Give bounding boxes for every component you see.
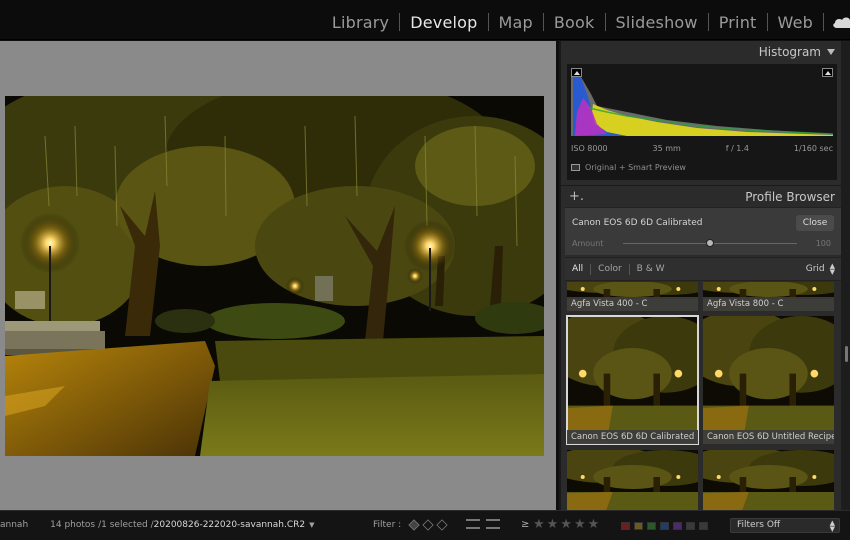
histogram-graph (567, 64, 837, 142)
dropdown-arrow-icon[interactable]: ▼ (309, 521, 314, 529)
updown-arrow-icon: ▲ ▼ (829, 262, 835, 276)
color-label-swatch[interactable] (621, 522, 630, 530)
iso-value: ISO 8000 (571, 144, 608, 153)
photo-canvas[interactable] (0, 41, 556, 510)
histogram-title: Histogram (758, 45, 821, 59)
filter-preset-label: Filters Off (737, 520, 781, 530)
color-label-swatch[interactable] (699, 522, 708, 530)
profile-browser-header: +. Profile Browser (561, 185, 843, 207)
histogram[interactable]: ISO 8000 35 mm f / 1.4 1/160 sec Origina… (567, 64, 837, 180)
filter-label: Filter : (373, 520, 402, 530)
filmstrip-source[interactable]: annah 14 photos /1 selected / 20200826-2… (0, 520, 315, 530)
view-mode-label: Grid (805, 264, 825, 274)
main-photo (5, 96, 544, 456)
aperture-value: f / 1.4 (725, 144, 750, 153)
sort-filters (466, 519, 506, 529)
profile-thumbnail (567, 450, 698, 510)
updown-arrow-icon: ▲ ▼ (829, 519, 835, 533)
module-print[interactable]: Print (709, 13, 767, 32)
sort-icon[interactable] (466, 519, 480, 529)
selection-count: /1 selected / (98, 520, 154, 530)
profile-grid: Agfa Vista 400 - C Agfa Vista 800 - C Ca… (565, 282, 841, 510)
profile-thumbnail (703, 450, 834, 510)
profile-tile-label: Canon EOS 6D Untitled Recipe (703, 430, 834, 444)
close-button[interactable]: Close (796, 215, 834, 231)
profile-tile-label: Canon EOS 6D 6D Calibrated (567, 430, 698, 444)
profile-browser-title: Profile Browser (745, 189, 835, 204)
profile-tile[interactable] (703, 450, 834, 510)
module-book[interactable]: Book (544, 13, 605, 32)
highlight-clipping-toggle[interactable] (822, 68, 833, 77)
shutter-speed: 1/160 sec (793, 144, 833, 153)
rating-stars[interactable]: ★★★★★ (533, 517, 601, 532)
profile-filter-bar: All Color B & W Grid ▲ ▼ (565, 257, 841, 281)
module-picker: Library Develop Map Book Slideshow Print… (0, 0, 850, 40)
color-label-swatch[interactable] (673, 522, 682, 530)
cloud-icon[interactable] (832, 15, 850, 29)
filmstrip-bar: annah 14 photos /1 selected / 20200826-2… (0, 510, 850, 540)
profile-thumbnail (567, 316, 698, 444)
profile-tile-label: Agfa Vista 800 - C (703, 297, 834, 311)
color-label-swatch[interactable] (647, 522, 656, 530)
current-profile-box: Canon EOS 6D 6D Calibrated Close Amount … (565, 207, 841, 255)
color-label-filters (621, 522, 712, 530)
filter-preset-dropdown[interactable]: Filters Off ▲ ▼ (730, 518, 840, 533)
module-map[interactable]: Map (489, 13, 543, 32)
profile-tile[interactable]: Agfa Vista 400 - C (567, 282, 698, 311)
module-separator (823, 13, 824, 31)
virtual-copy-icon[interactable] (486, 519, 500, 529)
filter-color[interactable]: Color (591, 264, 629, 274)
amount-label: Amount (572, 239, 604, 248)
panel-scrollbar[interactable] (841, 41, 850, 510)
rating-operator[interactable]: ≥ (521, 519, 529, 530)
current-profile-name: Canon EOS 6D 6D Calibrated (572, 218, 703, 228)
profile-tile-selected[interactable]: Canon EOS 6D 6D Calibrated (566, 315, 699, 445)
preview-status[interactable]: Original + Smart Preview (571, 163, 686, 172)
module-develop[interactable]: Develop (400, 13, 487, 32)
scrollbar-thumb[interactable] (845, 346, 848, 362)
flag-picked-icon[interactable] (408, 519, 420, 531)
profile-tile[interactable]: Agfa Vista 800 - C (703, 282, 834, 311)
shadow-clipping-toggle[interactable] (571, 68, 582, 77)
profile-thumbnail (703, 316, 834, 444)
add-profile-button[interactable]: +. (569, 189, 584, 204)
flag-unflagged-icon[interactable] (422, 519, 434, 531)
flag-rejected-icon[interactable] (436, 519, 448, 531)
module-list: Library Develop Map Book Slideshow Print… (322, 8, 850, 36)
view-mode-dropdown[interactable]: Grid ▲ ▼ (805, 262, 841, 276)
profile-tile[interactable] (567, 450, 698, 510)
collapse-arrow-icon[interactable] (827, 49, 835, 55)
file-name: 20200826-222020-savannah.CR2 (153, 520, 306, 530)
color-label-swatch[interactable] (660, 522, 669, 530)
right-panel: Histogram ISO 8000 35 mm f / 1.4 1/160 s… (559, 41, 850, 510)
smart-preview-icon (571, 164, 580, 171)
profile-tile[interactable]: Canon EOS 6D Untitled Recipe (703, 316, 834, 444)
focal-length: 35 mm (652, 144, 681, 153)
amount-value: 100 (815, 239, 831, 248)
module-web[interactable]: Web (768, 13, 823, 32)
filter-bw[interactable]: B & W (630, 264, 672, 274)
module-slideshow[interactable]: Slideshow (606, 13, 708, 32)
exif-info: ISO 8000 35 mm f / 1.4 1/160 sec (571, 144, 833, 153)
histogram-header[interactable]: Histogram (561, 41, 843, 63)
photo-count: 14 photos (50, 520, 96, 530)
filter-all[interactable]: All (565, 264, 590, 274)
flag-filters (408, 519, 451, 531)
color-label-swatch[interactable] (686, 522, 695, 530)
preview-status-text: Original + Smart Preview (585, 163, 686, 172)
amount-slider-handle[interactable] (706, 239, 714, 247)
source-name: annah (0, 520, 29, 530)
module-library[interactable]: Library (322, 13, 399, 32)
profile-tile-label: Agfa Vista 400 - C (567, 297, 698, 311)
color-label-swatch[interactable] (634, 522, 643, 530)
